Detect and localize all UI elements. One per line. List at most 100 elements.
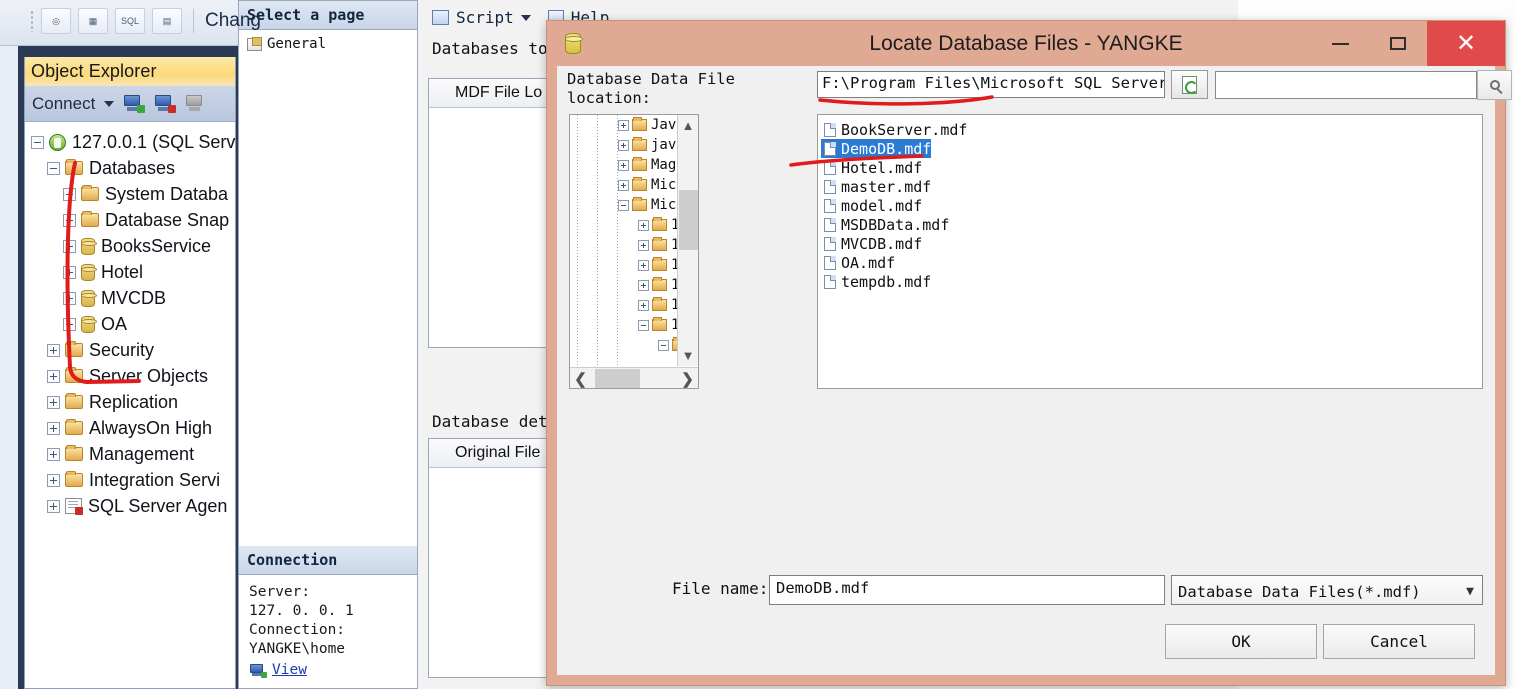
- folder-icon: [632, 177, 647, 191]
- tree-item-integration-services[interactable]: Integration Servi: [47, 467, 235, 493]
- expander-icon[interactable]: [658, 339, 669, 351]
- file-type-select[interactable]: Database Data Files(*.mdf) ▼: [1171, 575, 1483, 605]
- expander-icon[interactable]: [47, 369, 60, 383]
- tree-item-label: Integration Servi: [89, 469, 221, 490]
- file-list-item[interactable]: MVCDB.mdf: [821, 234, 1482, 253]
- expander-icon[interactable]: [47, 499, 60, 513]
- folder-icon: [65, 341, 83, 357]
- tree-item-oa[interactable]: OA: [63, 311, 235, 337]
- script-icon[interactable]: [432, 10, 449, 25]
- file-icon: [824, 198, 836, 213]
- expander-icon[interactable]: [63, 187, 76, 201]
- file-name-input[interactable]: DemoDB.mdf: [769, 575, 1165, 605]
- cancel-button[interactable]: Cancel: [1323, 624, 1475, 659]
- view-connection-row[interactable]: View: [249, 661, 407, 680]
- expander-icon[interactable]: [618, 199, 629, 211]
- tree-item-server[interactable]: 127.0.0.1 (SQL Serv: [31, 129, 235, 155]
- scroll-up-icon[interactable]: ▲: [678, 115, 698, 136]
- expander-icon[interactable]: [638, 319, 649, 331]
- refresh-button[interactable]: [1171, 70, 1208, 99]
- expander-icon[interactable]: [63, 239, 76, 253]
- ok-button[interactable]: OK: [1165, 624, 1317, 659]
- expander-icon[interactable]: [63, 291, 76, 305]
- sql-icon[interactable]: SQL: [115, 8, 145, 34]
- scrollbar-thumb[interactable]: [595, 369, 640, 388]
- change-connection-label[interactable]: Chang: [205, 10, 261, 32]
- path-input[interactable]: F:\Program Files\Microsoft SQL Server: [817, 71, 1165, 98]
- expander-icon[interactable]: [47, 161, 60, 175]
- dialog-title-bar[interactable]: Locate Database Files - YANGKE ✕: [547, 21, 1505, 66]
- connect-chevron-down-icon[interactable]: [104, 100, 115, 107]
- tree-item-alwayson[interactable]: AlwaysOn High: [47, 415, 235, 441]
- tree-item-server-objects[interactable]: Server Objects: [47, 363, 235, 389]
- page-item-general[interactable]: General: [239, 30, 417, 52]
- file-list-item[interactable]: master.mdf: [821, 177, 1482, 196]
- expander-icon[interactable]: [47, 395, 60, 409]
- analysis-icon[interactable]: ▤: [152, 8, 182, 34]
- tree-item-database-snapshots[interactable]: Database Snap: [63, 207, 235, 233]
- tree-horizontal-scrollbar[interactable]: ❮ ❯: [570, 367, 698, 388]
- close-icon[interactable]: ✕: [1427, 21, 1505, 66]
- expander-icon[interactable]: [63, 265, 76, 279]
- expander-icon[interactable]: [63, 213, 76, 227]
- object-explorer-tree[interactable]: 127.0.0.1 (SQL Serv Databases System Dat…: [25, 122, 235, 688]
- minimize-icon[interactable]: [1311, 21, 1369, 66]
- file-list-item[interactable]: OA.mdf: [821, 253, 1482, 272]
- expander-icon[interactable]: [47, 421, 60, 435]
- expander-icon[interactable]: [47, 343, 60, 357]
- file-list[interactable]: BookServer.mdf DemoDB.mdf Hotel.mdf mast…: [817, 114, 1483, 389]
- expander-icon[interactable]: [63, 317, 76, 331]
- folder-node-label: Jav: [651, 117, 677, 133]
- stop-icon: [185, 94, 207, 114]
- search-input[interactable]: [1215, 71, 1477, 99]
- expander-icon[interactable]: [638, 279, 649, 291]
- tree-item-booksservice[interactable]: BooksService: [63, 233, 235, 259]
- expander-icon[interactable]: [638, 299, 649, 311]
- tree-item-security[interactable]: Security: [47, 337, 235, 363]
- expander-icon[interactable]: [638, 239, 649, 251]
- file-list-item[interactable]: tempdb.mdf: [821, 272, 1482, 291]
- new-query-icon[interactable]: ◎: [41, 8, 71, 34]
- expander-icon[interactable]: [31, 135, 44, 149]
- tree-item-management[interactable]: Management: [47, 441, 235, 467]
- file-list-item[interactable]: BookServer.mdf: [821, 120, 1482, 139]
- toolbar-grip-handle[interactable]: [30, 10, 34, 32]
- expander-icon[interactable]: [47, 447, 60, 461]
- file-list-item[interactable]: MSDBData.mdf: [821, 215, 1482, 234]
- disconnect-icon[interactable]: [154, 94, 177, 114]
- expander-icon[interactable]: [638, 259, 649, 271]
- connect-icon[interactable]: [123, 94, 146, 114]
- connect-button-label[interactable]: Connect: [32, 94, 95, 114]
- tree-item-hotel[interactable]: Hotel: [63, 259, 235, 285]
- tree-item-system-databases[interactable]: System Databa: [63, 181, 235, 207]
- file-name: tempdb.mdf: [841, 272, 932, 291]
- maximize-icon[interactable]: [1369, 21, 1427, 66]
- expander-icon[interactable]: [618, 139, 629, 151]
- file-list-item-selected[interactable]: DemoDB.mdf: [821, 139, 931, 158]
- scrollbar-thumb[interactable]: [679, 190, 698, 250]
- file-list-item[interactable]: model.mdf: [821, 196, 1482, 215]
- table-icon[interactable]: ▦: [78, 8, 108, 34]
- expander-icon[interactable]: [47, 473, 60, 487]
- tree-item-sql-server-agent[interactable]: SQL Server Agen: [47, 493, 235, 519]
- scroll-right-icon[interactable]: ❯: [677, 368, 698, 388]
- expander-icon[interactable]: [618, 179, 629, 191]
- tree-item-databases[interactable]: Databases: [47, 155, 235, 181]
- tree-item-replication[interactable]: Replication: [47, 389, 235, 415]
- expander-icon[interactable]: [618, 159, 629, 171]
- expander-icon[interactable]: [618, 119, 629, 131]
- chevron-down-icon[interactable]: ▼: [1466, 584, 1474, 599]
- scroll-left-icon[interactable]: ❮: [570, 368, 591, 388]
- folder-icon: [65, 367, 83, 383]
- expander-icon[interactable]: [638, 219, 649, 231]
- tree-item-mvcdb[interactable]: MVCDB: [63, 285, 235, 311]
- folder-tree-panel[interactable]: Jav jav Mag Mic Mic 1 1 1 1 1 1 ▲ ▼ ❮ ❯: [569, 114, 699, 389]
- scroll-down-icon[interactable]: ▼: [678, 345, 698, 366]
- script-chevron-down-icon[interactable]: [520, 14, 531, 21]
- tree-vertical-scrollbar[interactable]: ▲ ▼: [677, 115, 698, 366]
- search-button[interactable]: [1477, 70, 1512, 100]
- script-label[interactable]: Script: [456, 8, 514, 27]
- view-connection-link[interactable]: View: [272, 661, 307, 680]
- folder-node-label: Mag: [651, 157, 677, 173]
- file-list-item[interactable]: Hotel.mdf: [821, 158, 1482, 177]
